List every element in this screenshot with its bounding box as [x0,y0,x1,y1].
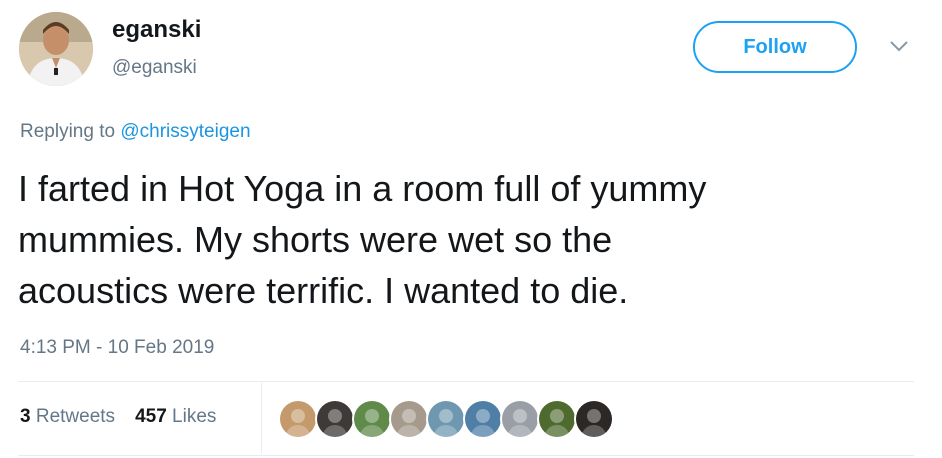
person-avatar[interactable] [574,399,614,439]
chevron-down-icon[interactable] [888,38,910,54]
dog-avatar[interactable] [278,399,318,439]
person-avatar[interactable] [426,399,466,439]
likes-label: Likes [172,406,217,427]
tweet-text-line: I farted in Hot Yoga in a room full of y… [18,168,707,209]
author-display-name[interactable]: eganski [112,16,201,44]
likes-stat[interactable]: 457 Likes [135,406,216,428]
reply-mention-link[interactable]: @chrissyteigen [120,121,250,142]
tweet-text-line: mummies. My shorts were wet so the [18,219,613,260]
retweets-count: 3 [20,406,31,427]
person-avatar[interactable] [315,399,355,439]
tweet-text: I farted in Hot Yoga in a room full of y… [18,163,898,316]
tweet-timestamp[interactable]: 4:13 PM - 10 Feb 2019 [20,337,214,359]
author-avatar[interactable] [19,12,93,86]
tweet-text-line: acoustics were terrific. I wanted to die… [18,270,629,311]
reply-prefix: Replying to [20,121,116,142]
reply-context: Replying to @chrissyteigen [20,121,251,143]
person-photo-icon [19,12,93,86]
divider [261,383,262,453]
outdoor-avatar[interactable] [352,399,392,439]
person-avatar[interactable] [389,399,429,439]
follow-button[interactable]: Follow [693,21,857,73]
author-handle[interactable]: @eganski [112,57,197,79]
retweets-label: Retweets [35,406,116,427]
stadium-avatar[interactable] [537,399,577,439]
person-avatar[interactable] [500,399,540,439]
likes-count: 457 [135,406,167,427]
divider [18,455,914,456]
retweets-stat[interactable]: 3 Retweets [20,406,115,428]
divider [18,381,914,382]
person-avatar[interactable] [463,399,503,439]
tweet-stats: 3 Retweets 457 Likes [20,406,216,428]
likers-avatar-row [278,399,614,439]
